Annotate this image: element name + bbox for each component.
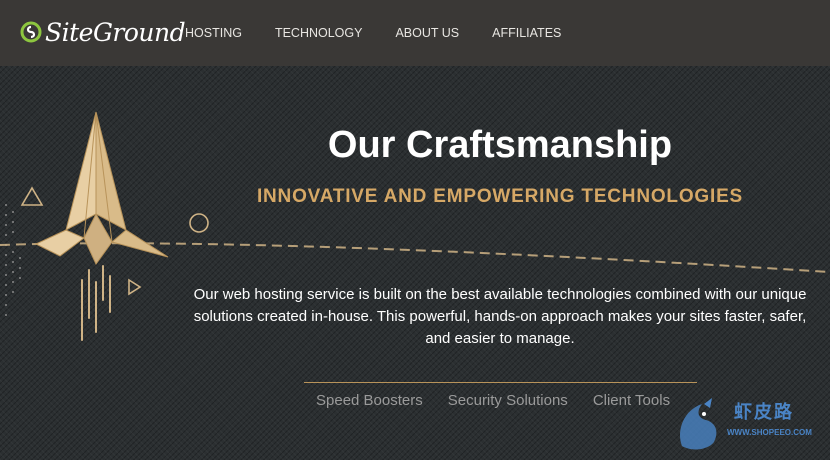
link-speed-boosters[interactable]: Speed Boosters bbox=[316, 392, 423, 409]
nav-item-hosting[interactable]: HOSTING bbox=[185, 26, 242, 40]
main-nav: HOSTING TECHNOLOGY ABOUT US AFFILIATES bbox=[185, 0, 594, 66]
nav-item-affiliates[interactable]: AFFILIATES bbox=[492, 26, 561, 40]
technology-links: Speed Boosters Security Solutions Client… bbox=[316, 392, 695, 409]
logo-text: SiteGround bbox=[45, 17, 186, 47]
nav-item-technology[interactable]: TECHNOLOGY bbox=[275, 26, 363, 40]
link-security-solutions[interactable]: Security Solutions bbox=[448, 392, 568, 409]
siteground-logo[interactable]: SiteGround bbox=[20, 16, 186, 48]
dragon-watermark-icon bbox=[680, 398, 717, 450]
hero-description: Our web hosting service is built on the … bbox=[193, 286, 807, 347]
top-navigation-bar: SiteGround HOSTING TECHNOLOGY ABOUT US A… bbox=[0, 0, 830, 66]
page-subtitle: INNOVATIVE AND EMPOWERING TECHNOLOGIES bbox=[256, 186, 744, 207]
page-title: Our Craftsmanship bbox=[327, 124, 673, 166]
links-divider bbox=[304, 382, 697, 383]
watermark-url: WWW.SHOPEEO.COM bbox=[727, 428, 812, 437]
link-client-tools[interactable]: Client Tools bbox=[593, 392, 670, 409]
siteground-logo-icon bbox=[20, 21, 42, 43]
watermark: 虾皮路 WWW.SHOPEEO.COM bbox=[674, 394, 824, 456]
watermark-text: 虾皮路 bbox=[734, 402, 794, 422]
nav-item-about-us[interactable]: ABOUT US bbox=[395, 26, 459, 40]
